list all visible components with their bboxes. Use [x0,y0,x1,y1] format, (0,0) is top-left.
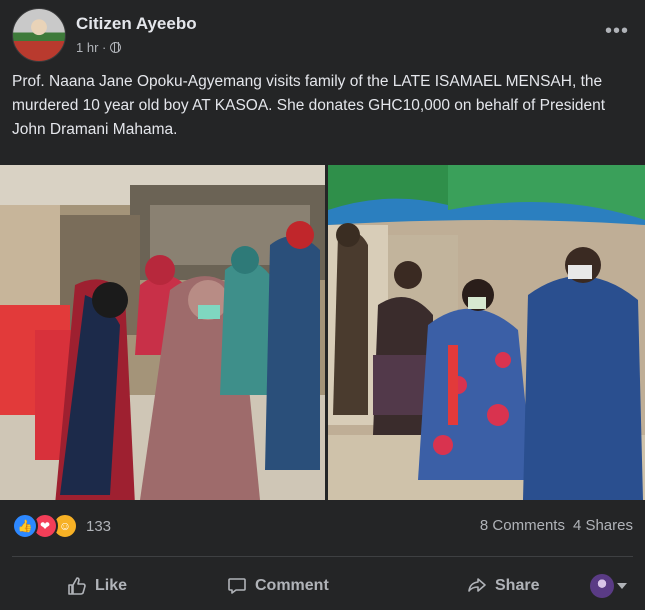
comment-icon [228,578,246,594]
photo-right[interactable] [328,165,645,500]
like-button[interactable]: Like [67,566,127,606]
thumbs-up-icon [68,577,86,595]
action-bar: Like Comment Share [12,566,633,606]
post-meta: 1 hr · [76,40,122,55]
post-stats: 👍 ❤ ☺ 133 8 Comments 4 Shares [12,510,633,546]
author-avatar[interactable] [12,8,66,62]
chevron-down-icon [617,583,627,589]
share-icon [468,578,486,592]
photo-right-image [328,165,645,500]
shares-count[interactable]: 4 Shares [573,517,633,534]
reactions-summary[interactable]: 👍 ❤ ☺ 133 [12,513,111,539]
photo-left[interactable] [0,165,325,500]
like-label: Like [95,577,128,594]
globe-icon [110,42,122,53]
share-label: Share [495,577,540,594]
more-options-icon[interactable]: ••• [605,20,629,43]
engagement-counts: 8 Comments 4 Shares [480,517,633,534]
share-button[interactable]: Share [467,566,539,606]
reaction-profile-selector[interactable] [590,566,627,606]
post-header: Citizen Ayeebo 1 hr · ••• [12,8,633,62]
comment-button[interactable]: Comment [227,566,329,606]
divider [12,556,633,557]
post-time[interactable]: 1 hr · [76,40,106,55]
comments-count[interactable]: 8 Comments [480,517,565,534]
post-card: Citizen Ayeebo 1 hr · ••• Prof. Naana Ja… [0,0,645,610]
profile-avatar [590,574,614,598]
reaction-count: 133 [86,517,112,535]
author-name[interactable]: Citizen Ayeebo [76,14,197,34]
photo-grid [0,165,645,500]
comment-label: Comment [255,577,329,594]
photo-left-image [0,165,325,500]
post-text: Prof. Naana Jane Opoku-Agyemang visits f… [12,73,606,138]
like-icon: 👍 [12,513,38,539]
